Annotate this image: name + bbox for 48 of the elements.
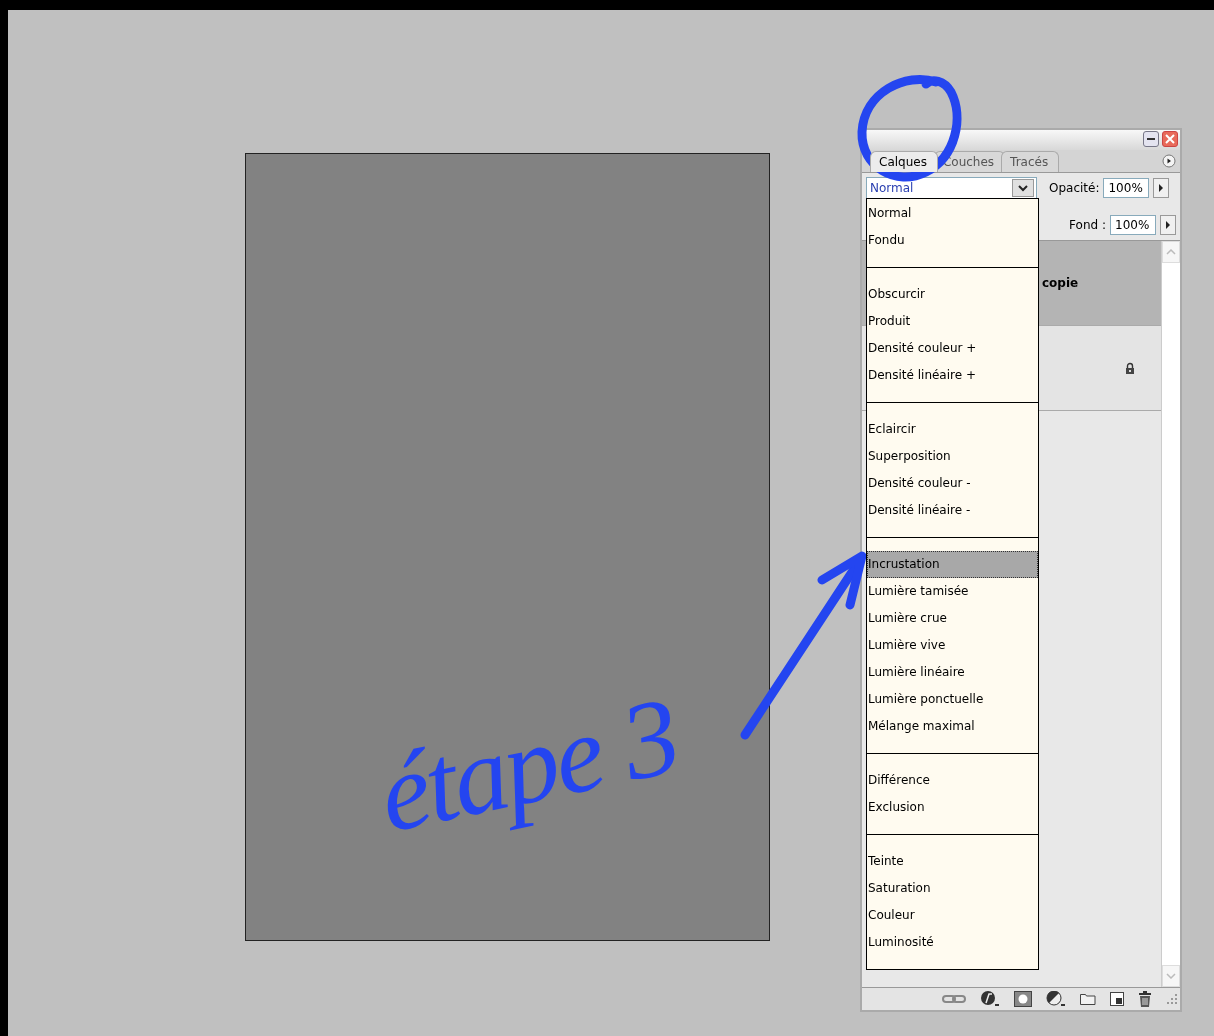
minimize-button[interactable] [1143, 131, 1159, 147]
blend-mode-dropdown[interactable]: Normal [866, 177, 1037, 199]
menu-item[interactable]: Lumière crue [867, 605, 1038, 632]
menu-item[interactable]: Densité linéaire - [867, 497, 1038, 524]
caret-icon [1018, 184, 1028, 192]
close-button[interactable] [1162, 131, 1178, 147]
menu-item[interactable]: Obscurcir [867, 281, 1038, 308]
menu-item[interactable]: Couleur [867, 902, 1038, 929]
menu-item[interactable]: Densité couleur + [867, 335, 1038, 362]
menu-item[interactable]: Lumière tamisée [867, 578, 1038, 605]
menu-item[interactable]: Fondu [867, 227, 1038, 254]
adjustment-layer-icon[interactable] [1046, 991, 1066, 1007]
resize-grip-icon[interactable] [1166, 993, 1178, 1005]
trash-icon[interactable] [1138, 991, 1152, 1007]
fill-label: Fond : [1069, 218, 1106, 232]
menu-item[interactable]: Normal [867, 200, 1038, 227]
menu-item[interactable]: Différence [867, 767, 1038, 794]
fill-field[interactable]: 100% [1110, 215, 1156, 235]
menu-item[interactable]: Mélange maximal [867, 713, 1038, 740]
opacity-slider-button[interactable] [1153, 178, 1170, 198]
link-icon[interactable] [942, 994, 966, 1004]
menu-item[interactable]: Exclusion [867, 794, 1038, 821]
new-layer-icon[interactable] [1110, 992, 1124, 1006]
panel-menu-icon[interactable] [1162, 154, 1176, 168]
panel-tab[interactable]: Tracés [1001, 151, 1060, 172]
menu-item[interactable]: Saturation [867, 875, 1038, 902]
opacity-field[interactable]: 100% [1103, 178, 1150, 198]
menu-item[interactable]: Lumière ponctuelle [867, 686, 1038, 713]
menu-item[interactable]: Teinte [867, 848, 1038, 875]
handwritten-annotation: étape 3 [369, 680, 686, 850]
menu-item[interactable]: Superposition [867, 443, 1038, 470]
menu-item[interactable]: Densité linéaire + [867, 362, 1038, 389]
menu-item[interactable]: Produit [867, 308, 1038, 335]
menu-item[interactable]: Luminosité [867, 929, 1038, 956]
mask-icon[interactable] [1014, 991, 1032, 1007]
layer-name: copie [1042, 276, 1079, 290]
menu-item[interactable]: Incrustation [867, 551, 1038, 578]
triangle-icon [1165, 221, 1171, 229]
opacity-label: Opacité: [1049, 181, 1100, 195]
fill-slider-button[interactable] [1160, 215, 1176, 235]
folder-icon[interactable] [1080, 993, 1096, 1005]
panel-tab[interactable]: Calques [870, 151, 938, 172]
menu-item[interactable]: Eclaircir [867, 416, 1038, 443]
menu-item[interactable]: Lumière vive [867, 632, 1038, 659]
menu-item[interactable]: Densité couleur - [867, 470, 1038, 497]
menu-item[interactable]: Lumière linéaire [867, 659, 1038, 686]
triangle-icon [1158, 184, 1165, 192]
layer-style-icon[interactable] [980, 991, 1000, 1007]
